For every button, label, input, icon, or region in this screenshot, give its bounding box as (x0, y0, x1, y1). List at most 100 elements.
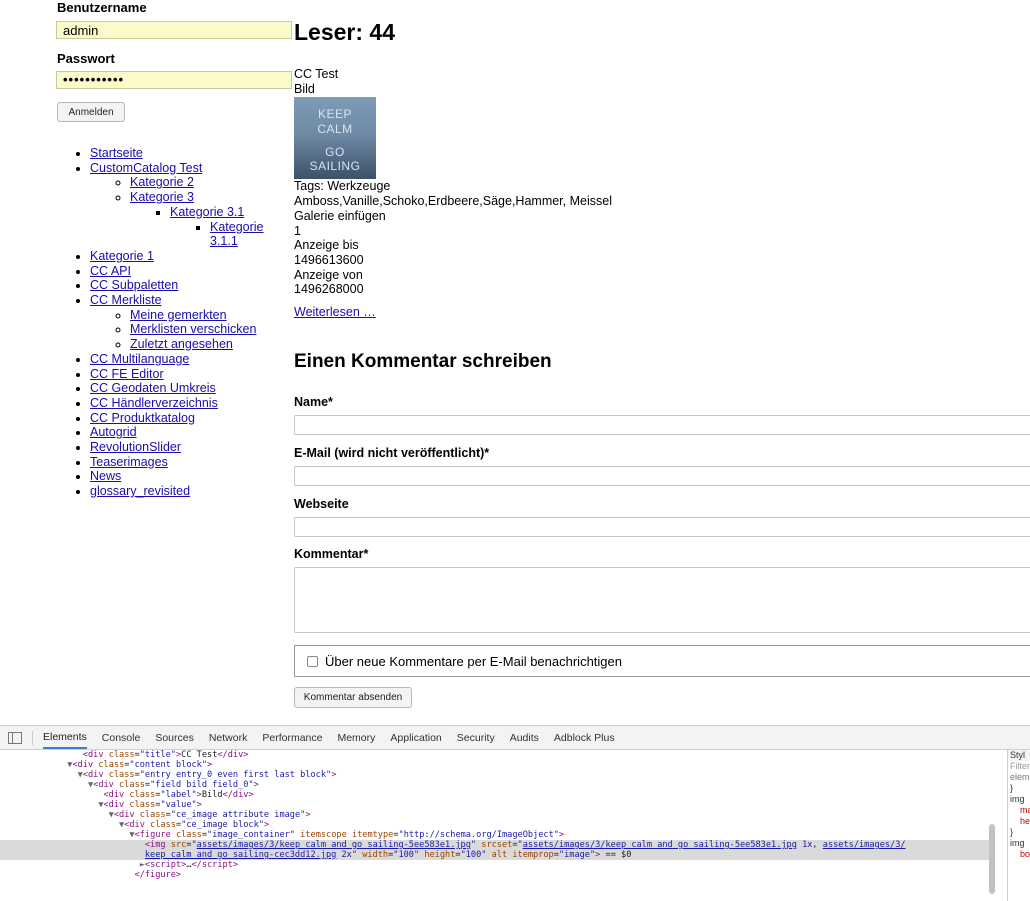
dom-line-selected[interactable]: keep_calm_and_go_sailing-cec3dd12.jpg 2x… (0, 850, 995, 860)
nav-link-zuletzt-angesehen[interactable]: Zuletzt angesehen (130, 337, 233, 351)
nav-link-cc-fe-editor[interactable]: CC FE Editor (90, 367, 164, 381)
dom-line[interactable]: </figure> (0, 870, 995, 880)
styles-filter[interactable]: Filter (1008, 761, 1030, 772)
nav-link-cc-haendlerverzeichnis[interactable]: CC Händlerverzeichnis (90, 396, 218, 410)
styles-line: ma (1020, 805, 1030, 815)
nav-item-revolutionslider: RevolutionSlider (90, 440, 290, 455)
nav-item-merklisten-verschicken: Merklisten verschicken (130, 322, 290, 337)
image-label: Bild (294, 81, 315, 96)
image-text-line: CALM (317, 122, 353, 137)
email-input[interactable] (294, 466, 1030, 486)
tab-security[interactable]: Security (457, 728, 495, 748)
gallery-value: 1 (294, 223, 301, 238)
nav-link-kategorie-3-1[interactable]: Kategorie 3.1 (170, 205, 244, 219)
name-input[interactable] (294, 415, 1030, 435)
dom-line[interactable]: ▼<figure class="image_container" itemsco… (0, 830, 995, 840)
nav-link-teaserimages[interactable]: Teaserimages (90, 455, 168, 469)
dom-line[interactable]: ▼<div class="ce_image block"> (0, 820, 995, 830)
dom-line[interactable]: <div class="label">Bild</div> (0, 790, 995, 800)
login-button[interactable]: Anmelden (57, 102, 125, 122)
email-label: E-Mail (wird nicht veröffentlicht)* (294, 446, 490, 460)
display-from-label: Anzeige von (294, 267, 363, 282)
dock-side-icon[interactable] (8, 731, 22, 744)
submit-comment-button[interactable]: Kommentar absenden (294, 687, 412, 708)
password-label: Passwort (57, 51, 115, 66)
entry-title: CC Test (294, 67, 339, 81)
nav-link-merklisten-verschicken[interactable]: Merklisten verschicken (130, 322, 256, 336)
nav-link-autogrid[interactable]: Autogrid (90, 425, 137, 439)
nav-item-startseite: Startseite (90, 146, 290, 161)
styles-tab[interactable]: Styl (1008, 750, 1030, 761)
username-input[interactable] (56, 21, 292, 39)
nav-link-customcatalog-test[interactable]: CustomCatalog Test (90, 161, 202, 175)
nav-link-kategorie-1[interactable]: Kategorie 1 (90, 249, 154, 263)
image-text-line: GO (325, 145, 345, 160)
nav-link-cc-geodaten-umkreis[interactable]: CC Geodaten Umkreis (90, 381, 216, 395)
nav-item-kategorie-3-1: Kategorie 3.1 Kategorie 3.1.1 (170, 205, 290, 249)
nav-item-kategorie-1: Kategorie 1 (90, 249, 290, 264)
gallery-label: Galerie einfügen (294, 208, 386, 223)
tab-adblock-plus[interactable]: Adblock Plus (554, 728, 615, 748)
nav-link-cc-subpaletten[interactable]: CC Subpaletten (90, 278, 178, 292)
tab-memory[interactable]: Memory (337, 728, 375, 748)
dom-line[interactable]: <div class="title">CC Test</div> (0, 750, 995, 760)
website-label: Webseite (294, 497, 349, 511)
devtools-panel: Elements Console Sources Network Perform… (0, 725, 1030, 901)
nav-item-kategorie-3: Kategorie 3 Kategorie 3.1 Kategorie 3.1.… (130, 190, 290, 249)
nav-link-kategorie-3[interactable]: Kategorie 3 (130, 190, 194, 204)
notify-checkbox[interactable] (307, 655, 318, 667)
nav-item-cc-api: CC API (90, 264, 290, 279)
dom-line[interactable]: ►<script>…</script> (0, 860, 995, 870)
image-text-line: SAILING (309, 159, 361, 174)
nav-link-glossary-revisited[interactable]: glossary_revisited (90, 484, 190, 498)
comment-form-heading: Einen Kommentar schreiben (294, 350, 552, 372)
dom-line[interactable]: ▼<div class="content block"> (0, 760, 995, 770)
styles-line: elem (1010, 772, 1030, 782)
notify-label[interactable]: Über neue Kommentare per E-Mail benachri… (325, 654, 622, 669)
tab-elements[interactable]: Elements (43, 727, 87, 749)
tab-performance[interactable]: Performance (262, 728, 322, 748)
notify-option: Über neue Kommentare per E-Mail benachri… (294, 645, 1030, 677)
dom-tree[interactable]: <div class="title">CC Test</div> ▼<div c… (0, 750, 995, 901)
display-from-value: 1496268000 (294, 282, 364, 297)
nav-item-kategorie-3-1-1: Kategorie 3.1.1 (210, 220, 290, 249)
styles-line: img (1010, 838, 1025, 848)
image-text-line: KEEP (317, 107, 352, 122)
nav-item-cc-multilanguage: CC Multilanguage (90, 352, 290, 367)
nav-item-cc-haendlerverzeichnis: CC Händlerverzeichnis (90, 396, 290, 411)
dom-line[interactable]: ▼<div class="field bild field_0"> (0, 780, 995, 790)
nav-link-cc-api[interactable]: CC API (90, 264, 131, 278)
article-content: Leser: 44 CC Test Bild KEEP CALM GO SAIL… (294, 18, 1030, 374)
styles-line: } (1010, 783, 1014, 793)
dom-line-selected[interactable]: <img src="assets/images/3/keep_calm_and_… (0, 840, 995, 850)
dom-line[interactable]: ▼<div class="ce_image attribute image"> (0, 810, 995, 820)
tab-network[interactable]: Network (209, 728, 248, 748)
nav-item-glossary-revisited: glossary_revisited (90, 484, 290, 499)
nav-link-startseite[interactable]: Startseite (90, 146, 143, 160)
nav-item-zuletzt-angesehen: Zuletzt angesehen (130, 337, 290, 352)
nav-link-cc-merkliste[interactable]: CC Merkliste (90, 293, 162, 307)
tab-audits[interactable]: Audits (510, 728, 539, 748)
dom-line[interactable]: ▼<div class="value"> (0, 800, 995, 810)
nav-item-kategorie-2: Kategorie 2 (130, 175, 290, 190)
password-input[interactable]: ••••••••••• (56, 71, 292, 89)
nav-link-meine-gemerkten[interactable]: Meine gemerkten (130, 308, 227, 322)
nav-link-revolutionslider[interactable]: RevolutionSlider (90, 440, 181, 454)
website-input[interactable] (294, 517, 1030, 537)
styles-pane: Styl Filter elem } img ma he } img bo (1007, 750, 1030, 901)
nav-link-kategorie-2[interactable]: Kategorie 2 (130, 175, 194, 189)
display-until-label: Anzeige bis (294, 238, 359, 253)
dom-line[interactable]: ▼<div class="entry entry_0 even first la… (0, 770, 995, 780)
read-more-link[interactable]: Weiterlesen … (294, 305, 376, 320)
nav-link-cc-multilanguage[interactable]: CC Multilanguage (90, 352, 189, 366)
display-until-value: 1496613600 (294, 252, 364, 267)
tab-sources[interactable]: Sources (155, 728, 194, 748)
nav-link-cc-produktkatalog[interactable]: CC Produktkatalog (90, 411, 195, 425)
nav-link-kategorie-3-1-1[interactable]: Kategorie 3.1.1 (210, 220, 264, 249)
comment-textarea[interactable] (294, 567, 1030, 633)
tab-application[interactable]: Application (390, 728, 441, 748)
tab-console[interactable]: Console (102, 728, 141, 748)
nav-item-news: News (90, 469, 290, 484)
nav-link-news[interactable]: News (90, 469, 121, 483)
dom-scrollbar[interactable] (989, 824, 995, 894)
